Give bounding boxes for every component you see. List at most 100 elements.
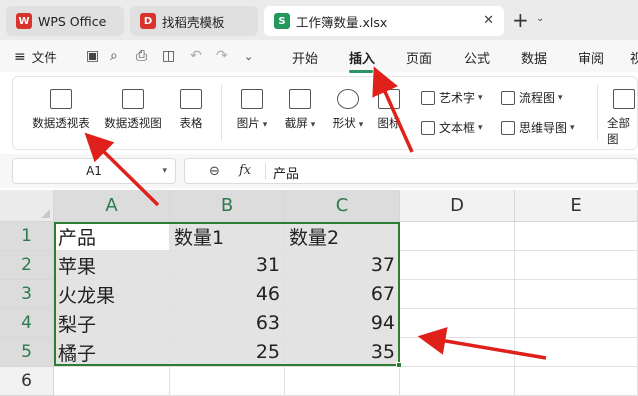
cell-c6[interactable] <box>285 367 400 396</box>
row-header-5[interactable]: 5 <box>0 338 54 367</box>
cell-a2[interactable]: 苹果 <box>54 251 170 280</box>
new-tab-button[interactable]: + <box>512 8 529 32</box>
cell-b4[interactable]: 63 <box>170 309 285 338</box>
column-header-e[interactable]: E <box>515 190 638 222</box>
fill-handle[interactable] <box>396 362 402 368</box>
wordart-button[interactable]: 艺术字 ▾ <box>421 89 483 106</box>
cell-a5[interactable]: 橘子 <box>54 338 170 367</box>
cell-b6[interactable] <box>170 367 285 396</box>
cell-e2[interactable] <box>515 251 638 280</box>
tab-view[interactable]: 视 <box>630 48 638 67</box>
cell-e1[interactable] <box>515 222 638 251</box>
tab-formulas[interactable]: 公式 <box>464 48 490 67</box>
column-header-c[interactable]: C <box>285 190 400 222</box>
picture-button[interactable]: 图片 ▾ <box>231 89 273 131</box>
export-icon[interactable]: ⌕ <box>110 48 118 64</box>
cell-d2[interactable] <box>400 251 515 280</box>
tab-wps-office[interactable]: W WPS Office <box>6 6 124 36</box>
cell-b5[interactable]: 25 <box>170 338 285 367</box>
file-menu[interactable]: ≡ 文件 <box>14 47 57 66</box>
tab-label: WPS Office <box>38 13 107 29</box>
flowchart-button[interactable]: 流程图 ▾ <box>501 89 563 106</box>
name-box[interactable]: A1 ▾ <box>12 158 176 184</box>
mindmap-label: 思维导图 <box>519 121 568 135</box>
file-menu-label: 文件 <box>31 50 57 65</box>
mindmap-button[interactable]: 思维导图 ▾ <box>501 119 575 136</box>
cell-a6[interactable] <box>54 367 170 396</box>
print-preview-icon[interactable]: ◫ <box>162 48 175 64</box>
pivot-chart-icon <box>122 89 144 109</box>
column-header-b[interactable]: B <box>170 190 285 222</box>
print-icon[interactable]: ⎙ <box>136 48 147 64</box>
icon-library-icon <box>378 89 400 109</box>
mindmap-icon <box>501 120 515 135</box>
column-header-a[interactable]: A <box>54 190 170 222</box>
quick-access-chevron-icon[interactable]: ⌄ <box>244 50 253 63</box>
cell-c2[interactable]: 37 <box>285 251 400 280</box>
textbox-button[interactable]: 文本框 ▾ <box>421 119 483 136</box>
flowchart-label: 流程图 <box>519 91 556 105</box>
textbox-icon <box>421 120 435 135</box>
row-header-4[interactable]: 4 <box>0 309 54 338</box>
cell-c5[interactable]: 35 <box>285 338 400 367</box>
tab-page[interactable]: 页面 <box>406 48 432 67</box>
cell-e4[interactable] <box>515 309 638 338</box>
cell-c3[interactable]: 67 <box>285 280 400 309</box>
cell-a4[interactable]: 梨子 <box>54 309 170 338</box>
function-icon[interactable]: fx <box>239 163 251 178</box>
chevron-down-icon[interactable]: ⌄ <box>536 13 544 24</box>
row-header-3[interactable]: 3 <box>0 280 54 309</box>
insert-ribbon: 数据透视表 数据透视图 表格 图片 ▾ 截屏 ▾ 形状 ▾ 图标 艺术字 ▾ 文本框 ▾ … <box>12 76 638 150</box>
screenshot-button[interactable]: 截屏 ▾ <box>279 89 321 131</box>
flowchart-icon <box>501 90 515 105</box>
cell-e3[interactable] <box>515 280 638 309</box>
screenshot-label: 截屏 <box>284 116 308 130</box>
spreadsheet-grid: A B C D E 1 2 3 4 5 6 产品 数量1 数量2 苹果 31 3… <box>0 190 638 396</box>
cell-a3[interactable]: 火龙果 <box>54 280 170 309</box>
all-charts-button[interactable]: 全部图 <box>607 89 638 147</box>
chevron-down-icon[interactable]: ▾ <box>162 166 167 176</box>
shape-button[interactable]: 形状 ▾ <box>327 89 369 131</box>
cell-d5[interactable] <box>400 338 515 367</box>
table-button[interactable]: 表格 <box>173 89 209 131</box>
tab-data[interactable]: 数据 <box>521 48 547 67</box>
cell-d4[interactable] <box>400 309 515 338</box>
tab-home[interactable]: 开始 <box>292 48 318 67</box>
tab-insert[interactable]: 插入 <box>349 48 375 67</box>
formula-bar: A1 ▾ ⊖ fx 产品 <box>0 154 638 188</box>
cell-b2[interactable]: 31 <box>170 251 285 280</box>
cell-d6[interactable] <box>400 367 515 396</box>
tab-workbook[interactable]: S 工作簿数量.xlsx ✕ <box>264 6 504 36</box>
cell-b1[interactable]: 数量1 <box>170 222 285 251</box>
pivot-table-button[interactable]: 数据透视表 <box>29 89 93 131</box>
zoom-icon[interactable]: ⊖ <box>209 164 220 179</box>
row-header-1[interactable]: 1 <box>0 222 54 251</box>
active-tab-indicator <box>349 70 373 73</box>
icon-button[interactable]: 图标 <box>375 89 403 131</box>
undo-icon[interactable]: ↶ <box>190 48 202 64</box>
select-all-corner[interactable] <box>0 190 54 222</box>
cell-e5[interactable] <box>515 338 638 367</box>
cell-c1[interactable]: 数量2 <box>285 222 400 251</box>
pivot-chart-label: 数据透视图 <box>104 116 162 130</box>
column-header-d[interactable]: D <box>400 190 515 222</box>
row-header-6[interactable]: 6 <box>0 367 54 396</box>
cell-b3[interactable]: 46 <box>170 280 285 309</box>
title-tab-bar: W WPS Office D 找稻壳模板 S 工作簿数量.xlsx ✕ + ⌄ <box>0 0 638 40</box>
cell-d1[interactable] <box>400 222 515 251</box>
cell-a1[interactable]: 产品 <box>54 222 170 251</box>
cell-c4[interactable]: 94 <box>285 309 400 338</box>
close-tab-icon[interactable]: ✕ <box>483 13 494 28</box>
docer-logo-icon: D <box>140 13 156 29</box>
formula-input[interactable]: ⊖ fx 产品 <box>184 158 638 184</box>
redo-icon[interactable]: ↷ <box>216 48 228 64</box>
tab-docer-templates[interactable]: D 找稻壳模板 <box>130 6 258 36</box>
cell-e6[interactable] <box>515 367 638 396</box>
save-icon[interactable]: ▣ <box>86 48 99 64</box>
hamburger-icon: ≡ <box>14 48 26 65</box>
cell-d3[interactable] <box>400 280 515 309</box>
pivot-chart-button[interactable]: 数据透视图 <box>101 89 165 131</box>
tab-review[interactable]: 审阅 <box>578 48 604 67</box>
row-header-2[interactable]: 2 <box>0 251 54 280</box>
table-label: 表格 <box>179 116 203 130</box>
